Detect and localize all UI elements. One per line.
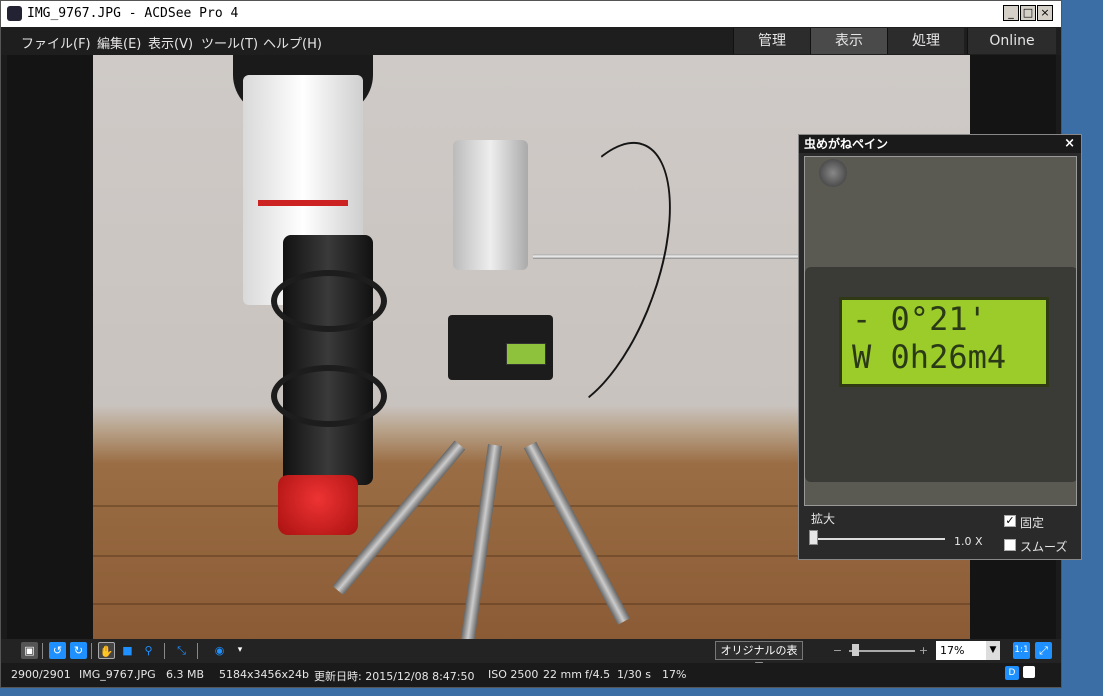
tripod-leg [460,444,502,639]
develop-icon[interactable]: D [1005,666,1019,680]
show-original-button[interactable]: オリジナルの表示 [715,641,803,674]
magnifier-pane-title[interactable]: 虫めがねペイン × [799,135,1081,153]
status-dimensions: 5184x3456x24b [219,668,309,681]
compact-camera [453,140,528,270]
status-zoom: 17% [662,668,687,681]
status-index: 2900/2901 [11,668,71,681]
rotate-left-icon[interactable]: ↺ [49,642,66,659]
magnified-view[interactable]: - 0°21' W 0h26m4 [804,156,1077,506]
toolbar-separator [42,643,43,659]
close-icon[interactable]: × [1064,135,1075,153]
zoom-in-button[interactable]: + [915,642,932,659]
menu-tools[interactable]: ツール(T) [201,33,258,52]
magnify-slider-thumb[interactable] [809,530,818,545]
mode-tab-view[interactable]: 表示 [810,28,887,54]
status-modified: 更新日時: 2015/12/08 8:47:50 [314,670,475,683]
title-bar[interactable]: IMG_9767.JPG - ACDSee Pro 4 _ □ × [1,1,1061,27]
close-button[interactable]: × [1037,5,1053,21]
window-title: IMG_9767.JPG - ACDSee Pro 4 [27,6,239,21]
tag-checkbox[interactable] [1023,666,1035,678]
magnify-slider-track[interactable] [811,538,945,540]
fit-image-icon[interactable]: ⤢ [1035,642,1052,659]
zoom-unit: X [975,535,983,548]
zoom-value: 1.0 [954,535,972,548]
lens-red-band [258,200,348,206]
mode-tab-online[interactable]: Online [967,28,1056,54]
status-bar: 2900/2901 IMG_9767.JPG 6.3 MB 5184x3456x… [1,663,1061,687]
pane-title-text: 虫めがねペイン [804,137,889,151]
mode-tab-process[interactable]: 処理 [887,28,964,54]
menu-bar: ファイル(F) 編集(E) 表示(V) ツール(T) ヘルプ(H) 管理 表示 … [1,27,1061,55]
mode-tab-manage[interactable]: 管理 [733,28,810,54]
status-iso: ISO 2500 [488,668,539,681]
select-tool-icon[interactable]: ■ [119,642,136,659]
hand-tool-icon[interactable]: ✋ [98,642,115,659]
app-icon[interactable] [7,6,22,21]
actual-size-icon[interactable]: 1:1 [1013,642,1030,659]
zoom-label: 拡大 [811,512,836,526]
thumbnail-icon[interactable]: ▣ [21,642,38,659]
magnified-lcd: - 0°21' W 0h26m4 [839,297,1049,387]
red-camera-body [278,475,358,535]
smooth-checkbox[interactable] [1004,539,1016,551]
status-aperture: f/4.5 [585,668,611,681]
toolbar-separator [197,643,198,659]
zoom-percent-combo[interactable]: 17% ▼ [936,641,1000,660]
rotate-right-icon[interactable]: ↻ [70,642,87,659]
slideshow-icon[interactable]: ◉ [211,642,228,659]
minimize-button[interactable]: _ [1003,5,1019,21]
status-focal: 22 mm [543,668,582,681]
toolbar-separator [164,643,165,659]
scope-ring [271,270,387,332]
chevron-down-icon[interactable]: ▾ [234,642,246,659]
floor-board-line [93,603,970,605]
menu-file[interactable]: ファイル(F) [21,33,91,52]
menu-help[interactable]: ヘルプ(H) [263,33,322,52]
lcd-line-2: W 0h26m4 [852,338,1007,376]
status-shutter: 1/30 s [617,668,651,681]
zoom-out-button[interactable]: − [829,642,846,659]
maximize-button[interactable]: □ [1020,5,1036,21]
tripod-leg [523,441,631,625]
menu-edit[interactable]: 編集(E) [97,33,141,52]
smooth-label: スムーズ [1020,540,1068,554]
zoom-percent-value: 17% [940,644,965,657]
bottom-toolbar: ▣ ↺ ↻ ✋ ■ ⚲ ⤡ ◉ ▾ オリジナルの表示 − + 17% ▼ 1:1… [1,639,1061,674]
scope-ring [271,365,387,427]
zoom-tool-icon[interactable]: ⚲ [140,642,157,659]
menu-view[interactable]: 表示(V) [148,33,193,52]
status-filename: IMG_9767.JPG [79,668,156,681]
fixed-label: 固定 [1020,516,1045,530]
lcd-line-1: - 0°21' [852,300,987,338]
fit-window-icon[interactable]: ⤡ [173,642,190,659]
screw-detail [819,159,847,187]
zoom-slider-thumb[interactable] [852,644,859,656]
toolbar-separator [91,643,92,659]
status-filesize: 6.3 MB [166,668,205,681]
magnifier-pane: 虫めがねペイン × - 0°21' W 0h26m4 拡大 1.0 X ✓ 固定… [798,134,1082,560]
fixed-checkbox[interactable]: ✓ [1004,515,1016,527]
chevron-down-icon[interactable]: ▼ [986,641,1000,660]
